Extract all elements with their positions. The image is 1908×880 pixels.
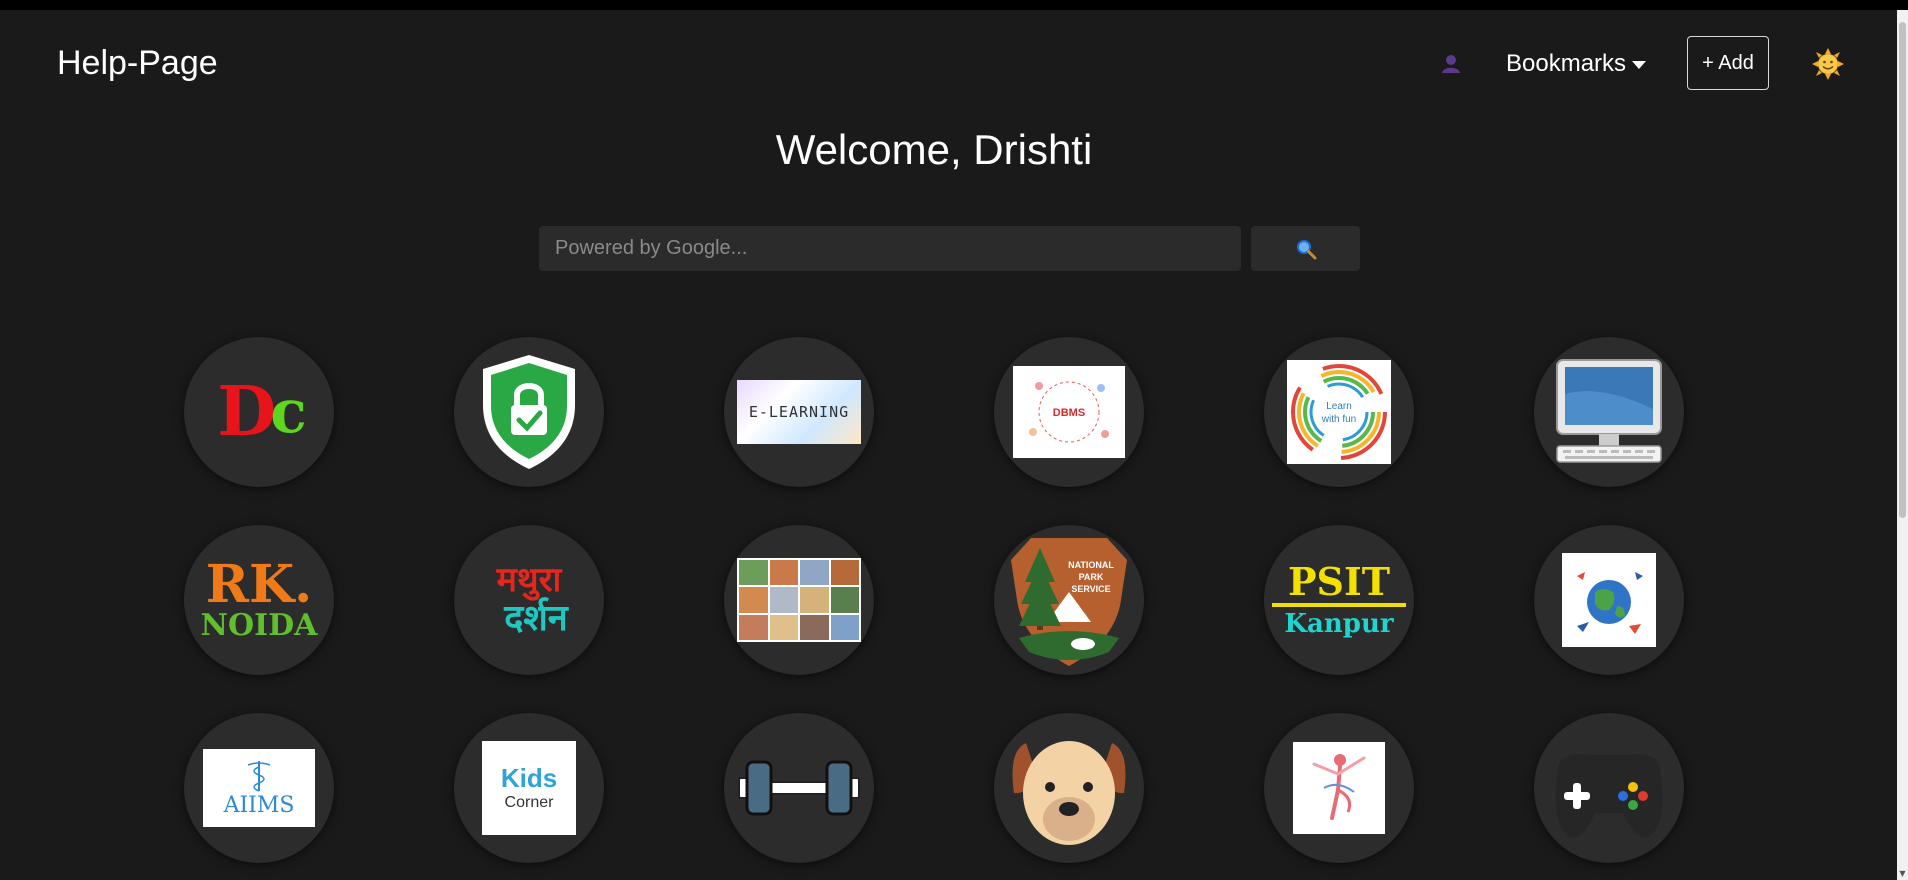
psit-label: PSIT xyxy=(1271,563,1407,607)
bookmark-tile-games[interactable] xyxy=(1534,713,1684,863)
mathura-label: मथुरा xyxy=(496,559,562,600)
dancer-figure-icon xyxy=(1312,754,1366,820)
caduceus-icon xyxy=(247,760,271,792)
monuments-collage-icon xyxy=(737,558,861,642)
nps-label-line2: PARK xyxy=(1079,572,1104,582)
kanpur-label: Kanpur xyxy=(1284,609,1394,639)
bookmark-tile-aiims[interactable]: AIIMS xyxy=(184,713,334,863)
bookmark-tile-kids-corner[interactable]: Kids Corner xyxy=(454,713,604,863)
bookmark-tile-dance[interactable] xyxy=(1264,713,1414,863)
darshan-label: दर्शन xyxy=(504,597,568,639)
bookmark-tile-dog[interactable] xyxy=(994,713,1144,863)
window-top-bar xyxy=(0,0,1908,10)
bookmark-tile-national-park-service[interactable]: NATIONAL PARK SERVICE xyxy=(994,525,1144,675)
aiims-label: AIIMS xyxy=(223,792,295,818)
brand-title[interactable]: Help-Page xyxy=(57,44,218,83)
bookmark-tile-fitness[interactable] xyxy=(724,713,874,863)
bookmark-tile-computer[interactable] xyxy=(1534,337,1684,487)
kids-label: Kids xyxy=(500,763,558,793)
bookmark-tile-security[interactable] xyxy=(454,337,604,487)
security-shield-icon xyxy=(483,355,575,469)
gamepad-icon xyxy=(1555,754,1663,838)
national-park-service-icon: NATIONAL PARK SERVICE xyxy=(1011,538,1127,666)
dc-letter-d: D xyxy=(217,372,276,452)
globe-icon xyxy=(1577,572,1643,634)
learn-label-line2: with fun xyxy=(1321,414,1356,425)
page-scrollbar[interactable]: ▼ xyxy=(1897,10,1908,880)
psit-kanpur-logo-icon: PSIT Kanpur xyxy=(1271,563,1407,639)
dbms-label: DBMS xyxy=(1053,407,1085,419)
dc-logo-icon: Dc xyxy=(217,372,306,452)
sun-theme-toggle-icon[interactable] xyxy=(1812,48,1844,80)
bookmark-tile-mathura-darshan[interactable]: मथुरा दर्शन xyxy=(454,525,604,675)
bookmark-tile-e-learning[interactable]: E-LEARNING xyxy=(724,337,874,487)
nps-label-line3: SERVICE xyxy=(1071,584,1110,594)
dbms-icon: DBMS xyxy=(1013,366,1125,458)
bookmark-tile-dbms[interactable]: DBMS xyxy=(994,337,1144,487)
learn-with-fun-icon: Learn with fun xyxy=(1287,360,1391,464)
dancer-icon xyxy=(1293,742,1385,834)
aiims-logo-icon: AIIMS xyxy=(203,749,315,827)
bookmark-tile-dc[interactable]: Dc xyxy=(184,337,334,487)
caret-down-icon xyxy=(1632,61,1647,69)
learn-label-line1: Learn xyxy=(1326,401,1352,412)
dog-icon xyxy=(1012,741,1126,845)
bookmark-tile-learn-with-fun[interactable]: Learn with fun xyxy=(1264,337,1414,487)
bookmark-tile-monuments[interactable] xyxy=(724,525,874,675)
dumbbell-icon xyxy=(738,760,860,816)
corner-label: Corner xyxy=(504,794,554,811)
scrollbar-thumb[interactable] xyxy=(1899,22,1906,518)
bookmarks-dropdown[interactable]: Bookmarks xyxy=(1506,50,1647,78)
bookmark-tile-travel-globe[interactable] xyxy=(1534,525,1684,675)
search-button[interactable] xyxy=(1251,226,1360,271)
user-icon[interactable] xyxy=(1438,51,1464,77)
rk-noida-logo-icon: RK. NOIDA xyxy=(201,559,318,641)
e-learning-label: E-LEARNING xyxy=(748,403,850,421)
mathura-darshan-icon: मथुरा दर्शन xyxy=(490,559,568,639)
bookmark-tile-psit-kanpur[interactable]: PSIT Kanpur xyxy=(1264,525,1414,675)
bookmark-tile-rk-noida[interactable]: RK. NOIDA xyxy=(184,525,334,675)
scroll-down-arrow-icon[interactable]: ▼ xyxy=(1898,869,1907,878)
nps-label-line1: NATIONAL xyxy=(1068,560,1114,570)
search-input[interactable] xyxy=(539,226,1241,271)
add-button[interactable]: + Add xyxy=(1687,36,1769,90)
dbms-diagram-icon: DBMS xyxy=(1029,381,1109,443)
kids-corner-icon: Kids Corner xyxy=(482,741,576,835)
noida-label: NOIDA xyxy=(200,608,318,643)
dc-letter-c: c xyxy=(270,377,306,447)
magnifier-icon xyxy=(1296,239,1316,259)
computer-icon xyxy=(1556,359,1662,463)
welcome-heading: Welcome, Drishti xyxy=(775,126,1093,173)
bookmarks-label: Bookmarks xyxy=(1506,50,1627,77)
rk-label: RK. xyxy=(205,554,313,615)
learn-spiral-icon: Learn with fun xyxy=(1291,364,1387,460)
e-learning-icon: E-LEARNING xyxy=(737,380,861,444)
travel-globe-icon xyxy=(1562,553,1656,647)
